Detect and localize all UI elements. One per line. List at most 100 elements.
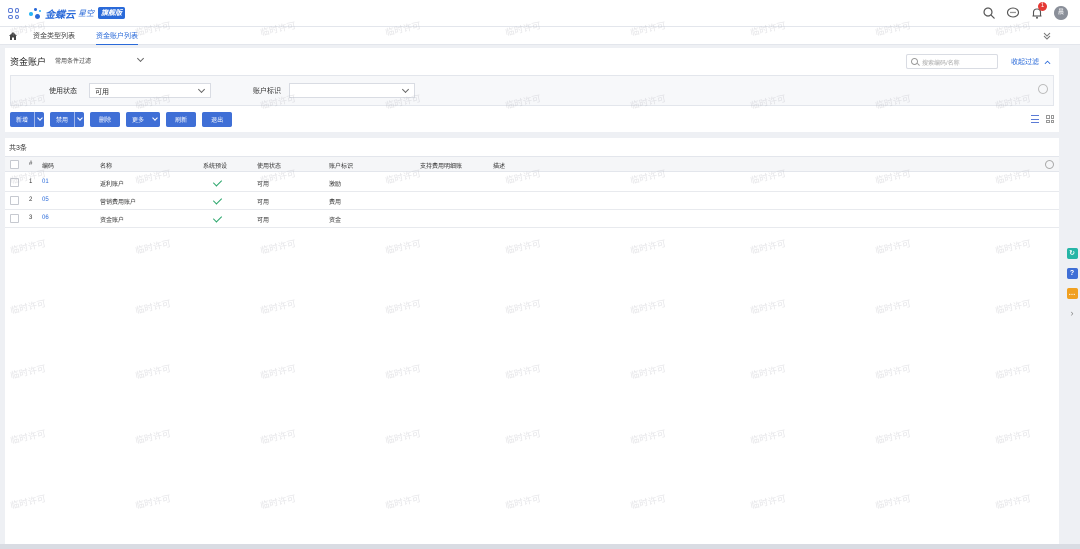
search-input[interactable]: 搜索编码/名称	[906, 54, 998, 69]
chevron-right-icon[interactable]: ›	[1071, 308, 1074, 318]
home-icon[interactable]	[8, 31, 18, 41]
brand-sub: 星空	[78, 8, 94, 18]
status-select[interactable]: 可用	[89, 83, 211, 98]
common-filter-select[interactable]: 常用条件过滤	[51, 53, 149, 67]
delete-label: 删除	[99, 118, 112, 124]
checkmark-icon	[212, 195, 223, 205]
row-index: 1	[29, 179, 33, 185]
message-icon[interactable]	[1006, 6, 1020, 20]
row-checkbox[interactable]	[10, 214, 19, 223]
delete-button[interactable]: 删除	[90, 112, 121, 127]
top-bar: 金蝶云 星空 旗舰版 1 晨	[0, 0, 1080, 27]
view-switcher	[1031, 115, 1054, 123]
column-header-description[interactable]: 描述	[493, 161, 505, 170]
filter-settings-gear-icon[interactable]	[1038, 84, 1048, 94]
total-count: 共3条	[9, 145, 27, 152]
page-title: 资金账户	[10, 57, 47, 67]
account-tag-label: 账户标识	[253, 88, 281, 95]
row-checkbox[interactable]	[10, 196, 19, 205]
status-value: 可用	[95, 89, 109, 96]
top-right-tools: 1 晨	[982, 2, 1068, 20]
table-header: # 编码 名称 系统预设 使用状态 账户标识 支持费用明细账 描述	[5, 156, 1059, 172]
double-chevron-down-icon[interactable]	[1042, 31, 1052, 41]
row-checkbox[interactable]	[10, 178, 19, 187]
avatar[interactable]: 晨	[1054, 6, 1068, 20]
notification-badge: 1	[1038, 2, 1047, 11]
status-label: 使用状态	[49, 88, 77, 95]
brand-mark-icon	[29, 7, 42, 20]
bottom-strip	[0, 544, 1080, 549]
select-all-checkbox[interactable]	[10, 160, 19, 169]
toolbar: 新增 禁用 删除 更多 刷新 退出	[10, 112, 233, 128]
tab-fund-account-list[interactable]: 资金账户列表	[96, 31, 138, 45]
apps-grid-icon[interactable]	[8, 8, 19, 19]
disable-dropdown-icon[interactable]	[74, 112, 84, 127]
column-header-status[interactable]: 使用状态	[257, 161, 281, 170]
row-name: 返利账户	[100, 182, 125, 188]
column-settings-gear-icon[interactable]	[1045, 160, 1054, 169]
column-header-code[interactable]: 编码	[42, 161, 54, 170]
card-view-icon[interactable]	[1046, 115, 1054, 123]
filter-panel: 资金账户 常用条件过滤 搜索编码/名称 收起过滤 使用状态 可用 账户标识 新增…	[5, 48, 1059, 132]
new-dropdown-icon[interactable]	[34, 112, 44, 127]
refresh-button[interactable]: 刷新	[166, 112, 197, 127]
checkmark-icon	[212, 213, 223, 223]
common-filter-value: 常用条件过滤	[55, 59, 92, 65]
edition-badge: 旗舰版	[98, 7, 125, 19]
checkmark-icon	[212, 177, 223, 187]
column-header-account-tag[interactable]: 账户标识	[329, 161, 353, 170]
new-button[interactable]: 新增	[10, 112, 45, 127]
column-header-system-preset[interactable]: 系统预设	[203, 161, 227, 170]
tab-bar: 资金类型列表 资金账户列表	[0, 27, 1080, 45]
chevron-down-icon	[136, 54, 145, 63]
search-icon[interactable]	[982, 6, 996, 20]
table-row[interactable]: 2 05 营销费用账户 可用 费用	[5, 192, 1059, 210]
column-header-fee-detail[interactable]: 支持费用明细账	[420, 161, 462, 170]
table-row[interactable]: 3 06 资金账户 可用 资金	[5, 210, 1059, 228]
row-name: 资金账户	[100, 218, 125, 224]
more-button[interactable]: 更多	[126, 112, 161, 127]
chevron-down-icon	[197, 85, 206, 94]
more-dropdown-icon	[150, 112, 160, 127]
row-tag: 激励	[329, 182, 342, 188]
row-code-link[interactable]: 01	[42, 179, 49, 185]
row-status: 可用	[257, 200, 270, 206]
chevron-up-icon	[1044, 60, 1051, 64]
refresh-circle-icon[interactable]: ↻	[1066, 248, 1078, 259]
table-row[interactable]: 1 01 返利账户 可用 激励	[5, 174, 1059, 192]
exit-button[interactable]: 退出	[202, 112, 233, 127]
search-placeholder: 搜索编码/名称	[922, 61, 960, 67]
search-icon	[911, 58, 918, 65]
bell-icon[interactable]: 1	[1030, 2, 1047, 20]
refresh-label: 刷新	[175, 118, 188, 124]
row-status: 可用	[257, 182, 270, 188]
row-tag: 资金	[329, 218, 342, 224]
more-label: 更多	[132, 118, 145, 124]
brand-name: 金蝶云	[45, 9, 75, 21]
floating-toolbar: ↻ ? … ›	[1066, 248, 1078, 318]
collapse-filter-link[interactable]: 收起过滤	[1011, 57, 1051, 67]
disable-label: 禁用	[56, 118, 69, 124]
new-label: 新增	[16, 118, 29, 124]
row-index: 2	[29, 197, 33, 203]
chat-icon[interactable]: …	[1066, 288, 1078, 299]
brand-logo[interactable]: 金蝶云 星空 旗舰版	[29, 6, 125, 21]
table-panel: 共3条 # 编码 名称 系统预设 使用状态 账户标识 支持费用明细账 描述 1 …	[5, 138, 1059, 544]
collapse-filter-label: 收起过滤	[1011, 59, 1040, 66]
row-code-link[interactable]: 05	[42, 197, 49, 203]
row-index: 3	[29, 215, 33, 221]
filter-conditions: 使用状态 可用 账户标识	[10, 75, 1054, 106]
row-status: 可用	[257, 218, 270, 224]
exit-label: 退出	[211, 118, 224, 124]
column-header-index: #	[29, 161, 33, 167]
help-icon[interactable]: ?	[1066, 268, 1078, 279]
chevron-down-icon	[401, 85, 410, 94]
row-name: 营销费用账户	[100, 200, 137, 206]
tab-fund-type-list[interactable]: 资金类型列表	[33, 31, 75, 41]
column-header-name[interactable]: 名称	[100, 161, 112, 170]
disable-button[interactable]: 禁用	[50, 112, 85, 127]
row-code-link[interactable]: 06	[42, 215, 49, 221]
row-tag: 费用	[329, 200, 342, 206]
account-tag-select[interactable]	[289, 83, 415, 98]
list-view-icon[interactable]	[1031, 115, 1039, 123]
